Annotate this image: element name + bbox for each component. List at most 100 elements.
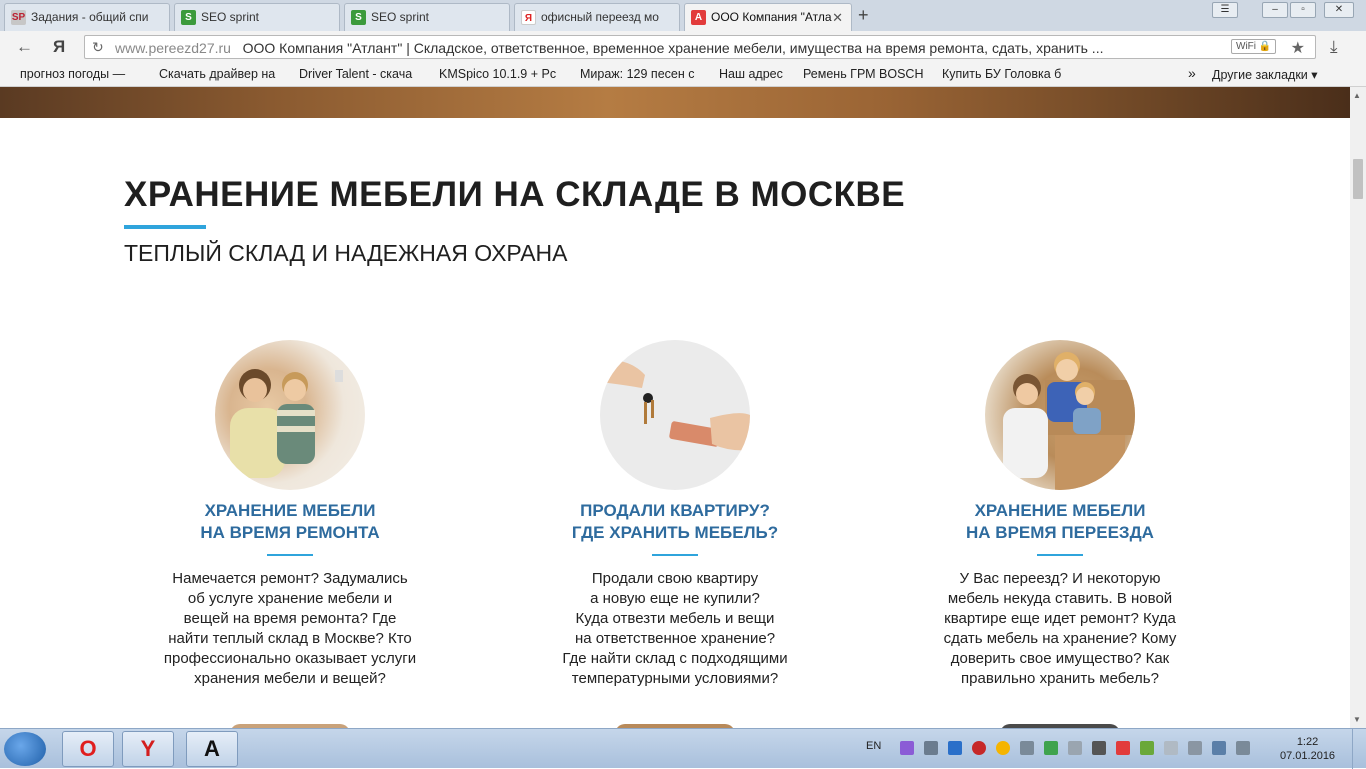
card-title-line2: НА ВРЕМЯ РЕМОНТА	[200, 523, 380, 542]
seo-sprint-favicon-icon: S	[181, 10, 196, 25]
service-card-repair: ХРАНЕНИЕ МЕБЕЛИ НА ВРЕМЯ РЕМОНТА Намечае…	[140, 340, 440, 689]
mother-child-photo	[215, 340, 365, 490]
tray-app-icon[interactable]	[972, 741, 986, 755]
bluetooth-icon[interactable]	[924, 741, 938, 755]
card-title-line1: ПРОДАЛИ КВАРТИРУ?	[580, 501, 770, 520]
bookmark-star-icon[interactable]: ★	[1291, 38, 1305, 58]
card-underline	[1037, 554, 1083, 556]
url-domain: www.pereezd27.ru	[115, 40, 231, 56]
system-clock[interactable]: 1:22 07.01.2016	[1280, 735, 1335, 763]
clock-time: 1:22	[1296, 736, 1319, 748]
windows-start-icon[interactable]	[4, 732, 46, 766]
title-underline	[124, 225, 206, 229]
opera-icon[interactable]: O	[62, 731, 114, 767]
nvidia-icon[interactable]	[1140, 741, 1154, 755]
scroll-up-icon[interactable]: ▲	[1353, 91, 1361, 100]
bookmark-item[interactable]: KMSpico 10.1.9 + Рс	[439, 67, 565, 81]
yandex-browser-icon[interactable]: Y	[122, 731, 174, 767]
tab-5-active[interactable]: A ООО Компания "Атла ✕	[684, 3, 852, 31]
card-text-line: об услуге хранение мебели и	[187, 590, 393, 607]
tab-label: SEO sprint	[201, 10, 260, 24]
card-text: Намечается ремонт? Задумались об услуге …	[140, 569, 440, 689]
close-window-icon[interactable]: ✕	[1324, 2, 1354, 18]
card-text-line: температурными условиями?	[571, 670, 779, 687]
other-bookmarks-label: Другие закладки	[1212, 68, 1308, 82]
clock-date: 07.01.2016	[1280, 750, 1336, 762]
card-title-line2: НА ВРЕМЯ ПЕРЕЕЗДА	[966, 523, 1154, 542]
tray-app-icon[interactable]	[1044, 741, 1058, 755]
bookmarks-bar: прогноз погоды — Скачать драйвер на Driv…	[0, 63, 1366, 87]
bookmark-item[interactable]: прогноз погоды —	[20, 67, 144, 81]
bookmark-item[interactable]: Ремень ГРМ BOSCH	[803, 67, 931, 81]
url-text: www.pereezd27.ru ООО Компания "Атлант" |…	[115, 40, 1225, 56]
tray-app-icon[interactable]	[1116, 741, 1130, 755]
language-indicator[interactable]: EN	[866, 740, 881, 752]
tab-list-icon[interactable]: ☰	[1212, 2, 1238, 18]
volume-icon[interactable]	[1236, 741, 1250, 755]
page-content: ХРАНЕНИЕ МЕБЕЛИ НА СКЛАДЕ В МОСКВЕ ТЕПЛЫ…	[0, 118, 1350, 734]
close-tab-icon[interactable]: ✕	[832, 10, 843, 26]
other-bookmarks[interactable]: Другие закладки ▾	[1212, 67, 1318, 82]
card-text-line: Куда отвезти мебель и вещи	[575, 610, 775, 627]
card-text-line: вещей на время ремонта? Где	[183, 610, 397, 627]
card-title: ХРАНЕНИЕ МЕБЕЛИ НА ВРЕМЯ ПЕРЕЕЗДА	[910, 500, 1210, 544]
tray-app-icon[interactable]	[948, 741, 962, 755]
card-underline	[652, 554, 698, 556]
tab-2[interactable]: S SEO sprint	[174, 3, 340, 31]
atlant-app-icon[interactable]: A	[186, 731, 238, 767]
keys-money-illustration	[600, 359, 750, 451]
speaker-icon[interactable]	[1020, 741, 1034, 755]
scroll-thumb[interactable]	[1353, 159, 1363, 199]
tab-label: офисный переезд мо	[541, 10, 659, 24]
card-text-line: У Вас переезд? И некоторую	[959, 570, 1161, 587]
keys-money-photo	[600, 340, 750, 490]
tab-3[interactable]: S SEO sprint	[344, 3, 510, 31]
seo-sprint-favicon-icon: S	[351, 10, 366, 25]
tab-label: ООО Компания "Атла	[711, 10, 832, 24]
bookmark-item[interactable]: Мираж: 129 песен с	[580, 67, 706, 81]
scroll-down-icon[interactable]: ▼	[1353, 715, 1361, 724]
card-text-line: на ответственное хранение?	[574, 630, 776, 647]
tray-app-icon[interactable]	[1164, 741, 1178, 755]
bookmark-item[interactable]: Driver Talent - скача	[299, 67, 427, 81]
tab-label: SEO sprint	[371, 10, 430, 24]
card-text-line: мебель некуда ставить. В новой	[947, 590, 1173, 607]
card-text-line: доверить свое имущество? Как	[950, 650, 1170, 667]
windows-taskbar: O Y A EN 1:22 07.01.2016	[0, 728, 1366, 769]
address-input[interactable]: ↻ www.pereezd27.ru ООО Компания "Атлант"…	[84, 35, 1316, 59]
tab-4[interactable]: Я офисный переезд мо	[514, 3, 680, 31]
bookmarks-more-icon[interactable]: »	[1188, 65, 1196, 81]
network-signal-icon[interactable]	[1212, 741, 1226, 755]
card-text: Продали свою квартиру а новую еще не куп…	[525, 569, 825, 689]
page-scrollbar[interactable]: ▲ ▼	[1350, 87, 1366, 728]
tab-1[interactable]: SP Задания - общий спи	[4, 3, 170, 31]
reload-icon[interactable]: ↻	[92, 39, 104, 56]
card-text-line: правильно хранить мебель?	[961, 670, 1159, 687]
bookmark-item[interactable]: Купить БУ Головка б	[942, 67, 1072, 81]
card-title: ХРАНЕНИЕ МЕБЕЛИ НА ВРЕМЯ РЕМОНТА	[140, 500, 440, 544]
bookmark-item[interactable]: Наш адрес	[719, 67, 799, 81]
minimize-icon[interactable]: –	[1262, 2, 1288, 18]
card-text: У Вас переезд? И некоторую мебель некуда…	[910, 569, 1210, 689]
bookmark-item[interactable]: Скачать драйвер на	[159, 67, 287, 81]
tray-app-icon[interactable]	[996, 741, 1010, 755]
hero-banner-image	[0, 87, 1350, 118]
atlant-favicon-icon: A	[691, 10, 706, 25]
sp-favicon-icon: SP	[11, 10, 26, 25]
yandex-favicon-icon: Я	[521, 10, 536, 25]
tray-app-icon[interactable]	[900, 741, 914, 755]
tab-label: Задания - общий спи	[31, 10, 149, 24]
maximize-icon[interactable]: ▫	[1290, 2, 1316, 18]
show-desktop-button[interactable]	[1352, 729, 1366, 769]
monitor-icon[interactable]	[1092, 741, 1106, 755]
tray-app-icon[interactable]	[1188, 741, 1202, 755]
card-title: ПРОДАЛИ КВАРТИРУ? ГДЕ ХРАНИТЬ МЕБЕЛЬ?	[525, 500, 825, 544]
usb-icon[interactable]	[1068, 741, 1082, 755]
new-tab-button[interactable]: +	[858, 5, 869, 26]
download-icon[interactable]: ⤓	[1330, 37, 1338, 57]
url-page-title: ООО Компания "Атлант" | Складское, ответ…	[242, 40, 1104, 56]
card-text-line: найти теплый склад в Москве? Кто	[168, 630, 412, 647]
back-arrow-icon[interactable]: ←	[16, 37, 33, 57]
yandex-logo-icon[interactable]: Я	[53, 37, 65, 57]
wifi-badge: WiFi 🔒	[1231, 39, 1277, 54]
